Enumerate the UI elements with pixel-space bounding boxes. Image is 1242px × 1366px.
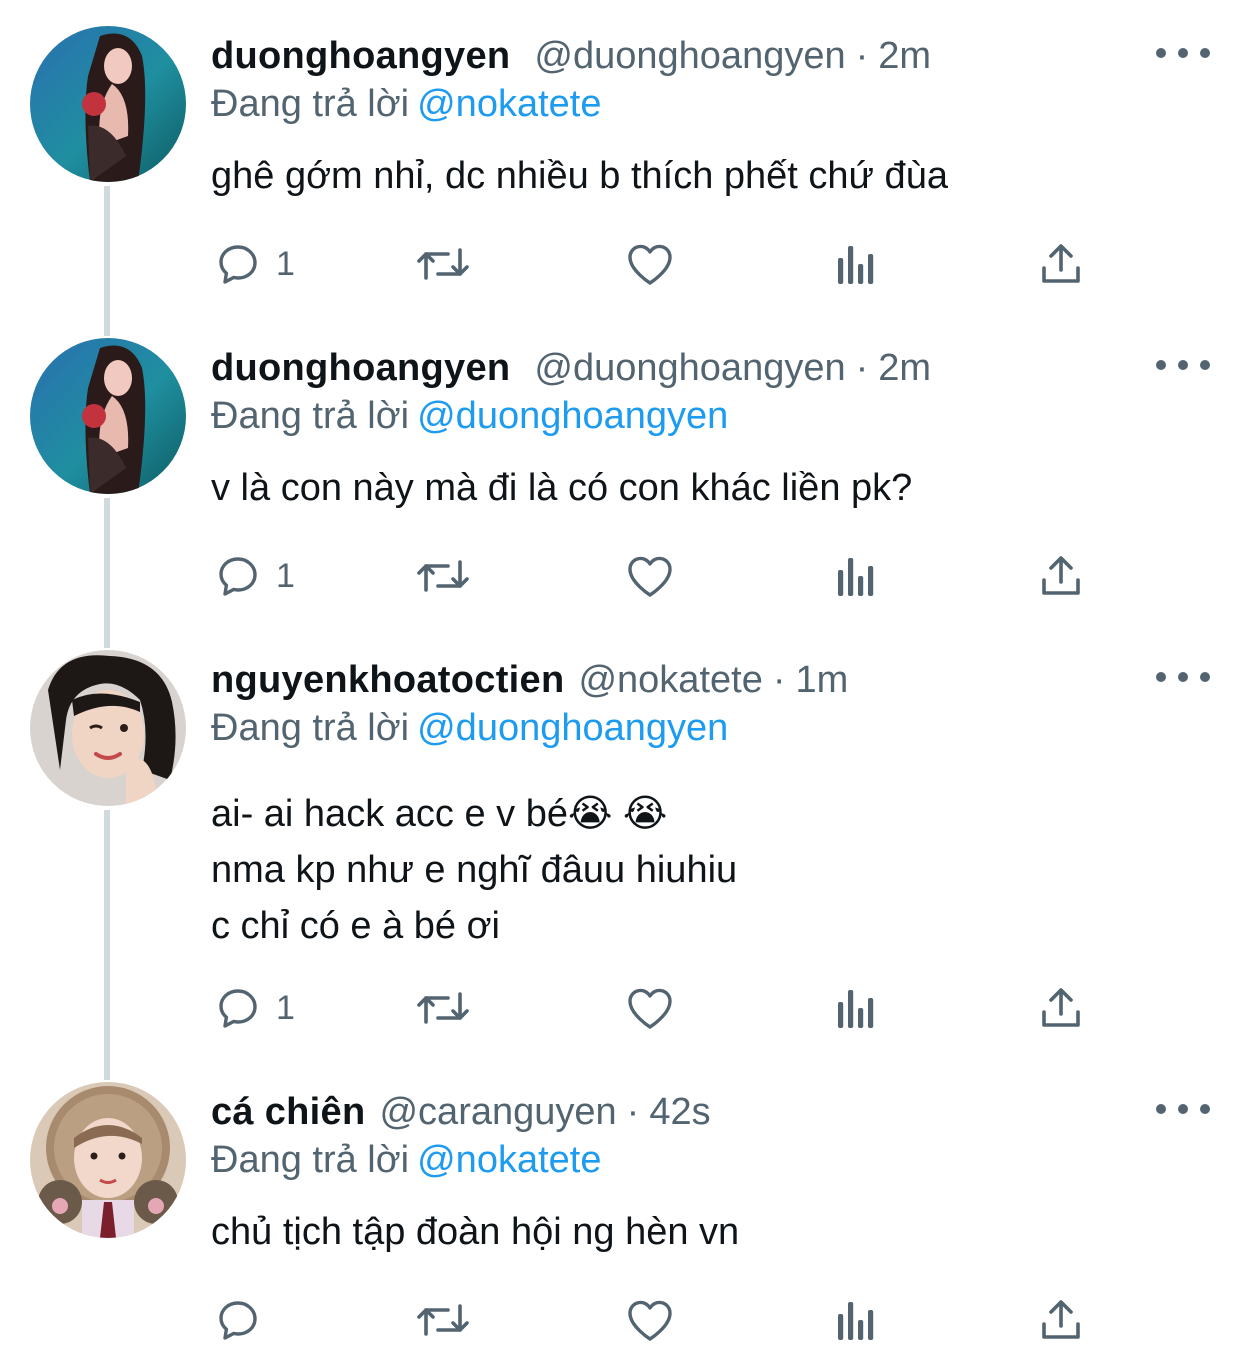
display-name[interactable]: duonghoangyen xyxy=(211,347,510,390)
tweet-header: duonghoangyen @duonghoangyen · 2m xyxy=(211,338,931,398)
reply-bubble-icon xyxy=(219,245,257,284)
replying-to: Đang trả lời @duonghoangyen xyxy=(211,390,728,442)
avatar[interactable] xyxy=(30,338,186,494)
share-upload-icon xyxy=(1042,1300,1080,1339)
retweet-icon xyxy=(417,560,469,592)
views-bars-icon xyxy=(838,990,874,1028)
like-button[interactable] xyxy=(624,234,676,294)
share-button[interactable] xyxy=(1038,234,1084,294)
like-button[interactable] xyxy=(624,546,676,606)
separator-dot: · xyxy=(855,34,869,77)
views-bars-icon xyxy=(838,246,874,284)
tweet-text: chủ tịch tập đoàn hội ng hèn vn xyxy=(211,1211,740,1253)
tweet-text: ai- ai hack acc e v bé😭 😭 nma kp như e n… xyxy=(211,793,738,947)
more-dots-icon[interactable] xyxy=(1156,1096,1210,1122)
action-bar xyxy=(0,1290,1242,1350)
retweet-button[interactable] xyxy=(414,1290,472,1350)
handle[interactable]: @duonghoangyen xyxy=(534,347,845,390)
tweet-header: nguyenkhoatoctien @nokatete · 1m xyxy=(211,650,848,710)
views-bars-icon xyxy=(838,1302,874,1340)
replying-to: Đang trả lời @duonghoangyen xyxy=(211,702,728,754)
display-name[interactable]: cá chiên xyxy=(211,1091,365,1134)
views-button[interactable] xyxy=(834,234,878,294)
share-upload-icon xyxy=(1042,988,1080,1027)
handle[interactable]: @nokatete xyxy=(578,659,762,702)
reply-bubble-icon xyxy=(219,989,257,1028)
replying-to: Đang trả lời @nokatete xyxy=(211,1134,601,1186)
replying-to-label: Đang trả lời xyxy=(211,1139,410,1181)
share-upload-icon xyxy=(1042,556,1080,595)
display-name[interactable]: duonghoangyen xyxy=(211,35,510,78)
heart-icon xyxy=(628,556,672,597)
tweet-header: duonghoangyen @duonghoangyen · 2m xyxy=(211,26,931,86)
share-upload-icon xyxy=(1042,244,1080,283)
share-button[interactable] xyxy=(1038,1290,1084,1350)
tweet-text: ghê gớm nhỉ, dc nhiều b thích phết chứ đ… xyxy=(211,155,948,197)
like-button[interactable] xyxy=(624,978,676,1038)
display-name[interactable]: nguyenkhoatoctien xyxy=(211,659,564,702)
tweet-3[interactable]: nguyenkhoatoctien @nokatete · 1m Đang tr… xyxy=(0,650,1242,1070)
separator-dot: · xyxy=(855,346,869,389)
tweet-1[interactable]: duonghoangyen @duonghoangyen · 2m Đang t… xyxy=(0,26,1242,326)
tweet-text: v là con này mà đi là có con khác liền p… xyxy=(211,467,913,509)
reply-bubble-icon xyxy=(219,1301,257,1340)
retweet-button[interactable] xyxy=(414,546,472,606)
mention-link[interactable]: @duonghoangyen xyxy=(417,707,728,749)
avatar[interactable] xyxy=(30,1082,186,1238)
views-bars-icon xyxy=(838,558,874,596)
action-bar: 1 xyxy=(0,234,1242,294)
retweet-icon xyxy=(417,1304,469,1336)
mention-link[interactable]: @nokatete xyxy=(417,83,601,125)
timestamp[interactable]: 2m xyxy=(878,347,931,390)
share-button[interactable] xyxy=(1038,978,1084,1038)
retweet-icon xyxy=(417,992,469,1024)
retweet-icon xyxy=(417,248,469,280)
reply-count: 1 xyxy=(276,244,295,283)
action-bar: 1 xyxy=(0,546,1242,606)
timestamp[interactable]: 2m xyxy=(878,35,931,78)
retweet-button[interactable] xyxy=(414,978,472,1038)
more-dots-icon[interactable] xyxy=(1156,664,1210,690)
handle[interactable]: @caranguyen xyxy=(379,1091,616,1134)
reply-count: 1 xyxy=(276,556,295,595)
retweet-button[interactable] xyxy=(414,234,472,294)
more-dots-icon[interactable] xyxy=(1156,40,1210,66)
action-bar: 1 xyxy=(0,978,1242,1038)
tweet-header: cá chiên @caranguyen · 42s xyxy=(211,1082,711,1142)
views-button[interactable] xyxy=(834,978,878,1038)
tweet-4[interactable]: cá chiên @caranguyen · 42s Đang trả lời @… xyxy=(0,1082,1242,1366)
reply-count: 1 xyxy=(276,988,295,1027)
replying-to-label: Đang trả lời xyxy=(211,707,410,749)
share-button[interactable] xyxy=(1038,546,1084,606)
tweet-2[interactable]: duonghoangyen @duonghoangyen · 2m Đang t… xyxy=(0,338,1242,638)
reply-button[interactable]: 1 xyxy=(214,234,295,294)
reply-bubble-icon xyxy=(219,557,257,596)
mention-link[interactable]: @nokatete xyxy=(417,1139,601,1181)
reply-button[interactable]: 1 xyxy=(214,978,295,1038)
views-button[interactable] xyxy=(834,1290,878,1350)
separator-dot: · xyxy=(626,1090,640,1133)
more-dots-icon[interactable] xyxy=(1156,352,1210,378)
like-button[interactable] xyxy=(624,1290,676,1350)
heart-icon xyxy=(628,244,672,285)
timestamp[interactable]: 42s xyxy=(649,1091,710,1134)
replying-to: Đang trả lời @nokatete xyxy=(211,78,601,130)
handle[interactable]: @duonghoangyen xyxy=(534,35,845,78)
reply-button[interactable]: 1 xyxy=(214,546,295,606)
replying-to-label: Đang trả lời xyxy=(211,395,410,437)
avatar[interactable] xyxy=(30,26,186,182)
mention-link[interactable]: @duonghoangyen xyxy=(417,395,728,437)
separator-dot: · xyxy=(772,658,786,701)
reply-button[interactable] xyxy=(214,1290,276,1350)
avatar[interactable] xyxy=(30,650,186,806)
timestamp[interactable]: 1m xyxy=(795,659,848,702)
heart-icon xyxy=(628,1300,672,1341)
views-button[interactable] xyxy=(834,546,878,606)
heart-icon xyxy=(628,988,672,1029)
replying-to-label: Đang trả lời xyxy=(211,83,410,125)
